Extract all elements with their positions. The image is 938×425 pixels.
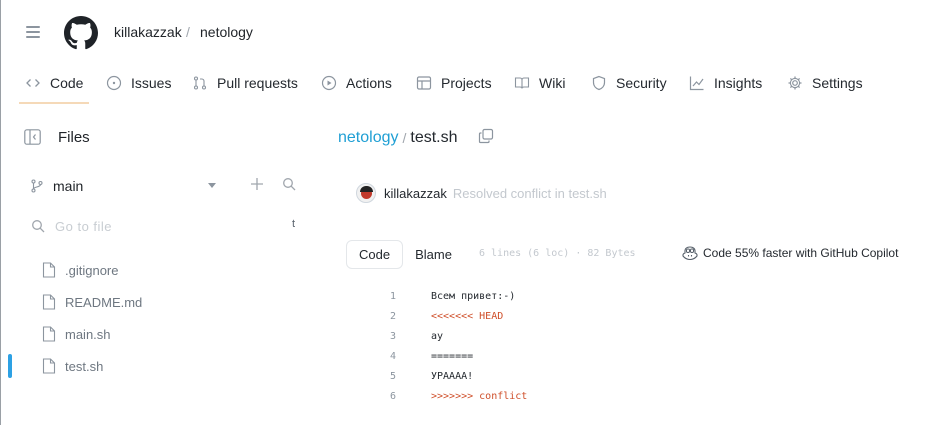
tab-wiki-label: Wiki (539, 75, 566, 91)
tab-projects[interactable]: Projects (416, 72, 492, 94)
hamburger-menu-icon[interactable] (26, 26, 40, 41)
line-content: ======= (431, 351, 474, 362)
blame-view-button[interactable]: Blame (403, 240, 464, 269)
graph-icon (689, 76, 704, 91)
line-number[interactable]: 6 (380, 387, 396, 407)
line-number[interactable]: 4 (380, 347, 396, 367)
tab-settings-label: Settings (812, 75, 863, 91)
file-icon (42, 294, 56, 310)
file-icon (42, 326, 56, 342)
avatar[interactable] (356, 183, 376, 203)
pull-request-icon (193, 76, 207, 90)
file-tree-item[interactable]: README.md (42, 292, 142, 312)
file-name: .gitignore (65, 262, 119, 278)
tab-pull-requests-label: Pull requests (217, 75, 298, 91)
repo-tab-nav: Code Issues Pull requests Actions Projec… (0, 62, 938, 106)
tab-issues[interactable]: Issues (106, 72, 171, 94)
chevron-down-icon[interactable] (208, 183, 216, 188)
tab-projects-label: Projects (441, 75, 492, 91)
copy-path-icon[interactable] (478, 128, 494, 144)
file-name: main.sh (65, 326, 111, 342)
git-branch-icon (31, 179, 43, 193)
commit-author-link[interactable]: killakazzak (384, 186, 447, 201)
tab-code[interactable]: Code (25, 72, 83, 94)
selected-file-indicator (8, 354, 12, 378)
add-file-plus-icon[interactable] (250, 177, 264, 191)
active-tab-underline (19, 102, 89, 104)
tab-security[interactable]: Security (591, 72, 667, 94)
tab-issues-label: Issues (131, 75, 172, 91)
tab-pull-requests[interactable]: Pull requests (192, 72, 298, 94)
file-tree-item[interactable]: .gitignore (42, 260, 118, 280)
tab-settings[interactable]: Settings (787, 72, 863, 94)
breadcrumb-separator: / (186, 24, 190, 40)
branch-name: main (53, 178, 84, 194)
table-icon (416, 76, 432, 90)
line-number[interactable]: 2 (380, 307, 396, 327)
line-content: ау (431, 331, 444, 342)
file-tree-item-selected[interactable]: test.sh (42, 356, 103, 376)
file-name: test.sh (65, 358, 104, 374)
tab-code-label: Code (50, 75, 84, 91)
line-content: >>>>>>> conflict (431, 391, 528, 402)
book-icon (514, 77, 530, 89)
path-repo-link[interactable]: netology (338, 129, 399, 147)
go-to-file-input[interactable] (55, 218, 255, 234)
file-meta: 6 lines (6 loc) · 82 Bytes (479, 248, 636, 259)
github-logo-icon[interactable] (64, 16, 98, 50)
line-content: УРАААА! (431, 371, 474, 382)
breadcrumb-owner-link[interactable]: killakazzak (114, 24, 182, 40)
line-number[interactable]: 3 (380, 327, 396, 347)
tab-insights[interactable]: Insights (689, 72, 762, 94)
code-view-switch: Code Blame (346, 240, 464, 269)
search-icon (32, 220, 45, 233)
breadcrumb-repo-link[interactable]: netology (200, 24, 253, 40)
code-icon (26, 79, 40, 87)
file-tree-item[interactable]: main.sh (42, 324, 111, 344)
sidebar-collapse-icon[interactable] (24, 129, 41, 145)
line-content: <<<<<<< HEAD (431, 311, 504, 322)
line-content: Всем привет:-) (431, 291, 516, 302)
copilot-icon (682, 246, 698, 260)
shield-icon (592, 75, 606, 91)
go-to-file-shortcut: t (291, 218, 295, 230)
issue-icon (106, 75, 122, 91)
copilot-promo-text: Code 55% faster with GitHub Copilot (703, 246, 899, 260)
commit-message-link[interactable]: Resolved conflict in test.sh (453, 186, 607, 201)
search-icon[interactable] (282, 177, 296, 191)
files-panel-title: Files (58, 129, 90, 146)
copilot-promo-link[interactable]: Code 55% faster with GitHub Copilot (682, 246, 898, 260)
tab-wiki[interactable]: Wiki (514, 72, 565, 94)
path-file-name: test.sh (410, 129, 458, 146)
line-number[interactable]: 1 (380, 287, 396, 307)
tab-actions[interactable]: Actions (321, 72, 392, 94)
path-separator: / (402, 130, 407, 146)
file-name: README.md (65, 294, 143, 310)
branch-selector[interactable]: main (30, 178, 83, 194)
file-path-breadcrumb: netology / test.sh (338, 129, 458, 147)
file-icon (42, 358, 56, 374)
play-icon (321, 75, 337, 91)
go-to-file-box: t (31, 217, 295, 235)
tab-security-label: Security (616, 75, 667, 91)
tab-insights-label: Insights (714, 75, 763, 91)
latest-commit: killakazzak Resolved conflict in test.sh (356, 183, 607, 203)
file-icon (42, 262, 56, 278)
gear-icon (788, 76, 802, 90)
code-view-button[interactable]: Code (346, 240, 404, 269)
line-number[interactable]: 5 (380, 367, 396, 387)
tab-actions-label: Actions (346, 75, 392, 91)
